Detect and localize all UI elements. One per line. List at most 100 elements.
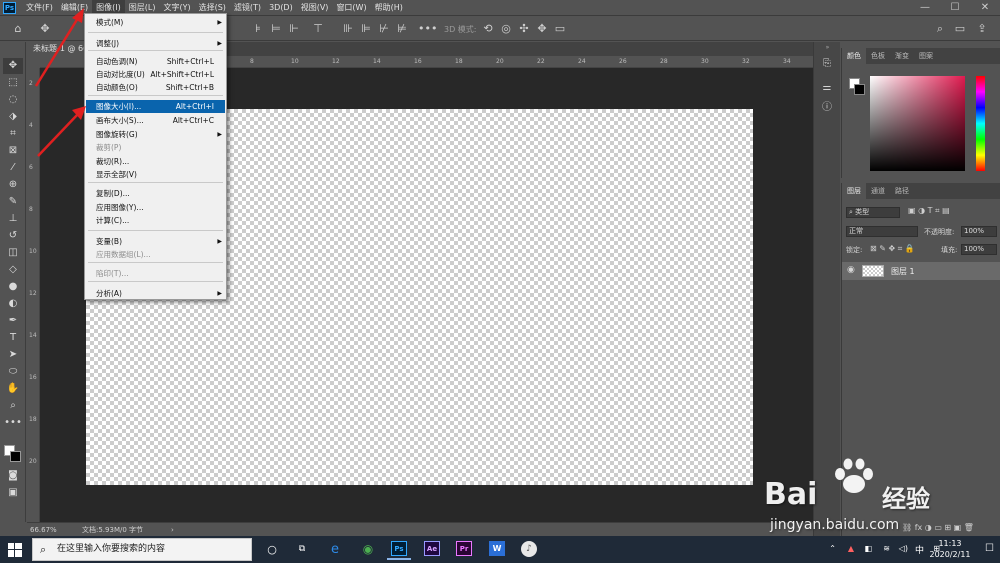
image-menu-item[interactable]: 图像旋转(G) ▶ xyxy=(86,128,225,141)
lock-icons[interactable]: ⊠ ✎ ✥ ⌗ 🔒 xyxy=(870,244,915,254)
image-menu-item[interactable]: 复制(D)... xyxy=(86,187,225,200)
image-menu-item[interactable]: 调整(J) ▶ xyxy=(86,37,225,50)
distribute-h-icon[interactable]: ⊬ xyxy=(376,21,392,37)
fill-field[interactable]: 100% xyxy=(961,244,997,255)
info-panel-icon[interactable]: ⓘ xyxy=(818,100,836,116)
eye-icon[interactable]: ◉ xyxy=(847,265,855,275)
image-menu-item[interactable]: 自动颜色(O) Shift+Ctrl+B xyxy=(86,81,225,94)
adjust-panel-icon[interactable]: ⚌ xyxy=(818,80,836,96)
move-tool-icon[interactable]: ✥ xyxy=(37,21,53,37)
tab-swatches[interactable]: 色板 xyxy=(866,48,890,64)
brush-tool-icon[interactable]: ✎ xyxy=(3,194,23,210)
collapse-icon[interactable]: » xyxy=(816,45,839,51)
clone-stamp-tool-icon[interactable]: ⊥ xyxy=(3,211,23,227)
layer-row[interactable]: ◉ 图层 1 xyxy=(842,262,1000,280)
history-panel-icon[interactable]: ⎘ xyxy=(818,56,836,72)
windows-start-icon[interactable] xyxy=(8,543,22,557)
image-menu-item[interactable]: 自动色调(N) Shift+Ctrl+L xyxy=(86,55,225,68)
menu-window[interactable]: 窗口(W) xyxy=(332,0,370,15)
volume-icon[interactable]: ◁) xyxy=(899,544,908,553)
3d-orbit-icon[interactable]: ⟲ xyxy=(480,21,496,37)
after-effects-taskbar-app[interactable]: Ae xyxy=(420,539,444,560)
tab-layers[interactable]: 图层 xyxy=(842,183,866,199)
blur-tool-icon[interactable]: ● xyxy=(3,279,23,295)
tab-color[interactable]: 颜色 xyxy=(842,48,866,64)
image-menu-item[interactable]: 模式(M) ▶ xyxy=(86,16,225,29)
menu-help[interactable]: 帮助(H) xyxy=(371,0,407,15)
tray-app-icon[interactable]: ▲ xyxy=(848,544,854,553)
image-menu-item[interactable]: 图像大小(I)... Alt+Ctrl+I xyxy=(86,100,225,113)
align-right-icon[interactable]: ⊩ xyxy=(286,21,302,37)
crop-tool-icon[interactable]: ⌗ xyxy=(3,126,23,142)
close-button[interactable]: ✕ xyxy=(970,0,1000,15)
image-menu-item[interactable]: 自动对比度(U) Alt+Shift+Ctrl+L xyxy=(86,68,225,81)
image-menu-item[interactable]: 画布大小(S)... Alt+Ctrl+C xyxy=(86,114,225,127)
menu-3d[interactable]: 3D(D) xyxy=(265,0,297,15)
layer-filter-icons[interactable]: ▣ ◑ T ⌗ ▤ xyxy=(908,206,950,216)
task-manager-icon[interactable]: ⧉ xyxy=(290,539,314,560)
menu-file[interactable]: 文件(F) xyxy=(22,0,57,15)
search-icon[interactable]: ⌕ xyxy=(932,21,948,37)
hue-slider[interactable] xyxy=(976,76,985,171)
quick-select-tool-icon[interactable]: ⬗ xyxy=(3,109,23,125)
background-color-swatch[interactable] xyxy=(10,451,21,462)
zoom-tool-icon[interactable]: ⌕ xyxy=(3,398,23,414)
more-tools-icon[interactable]: ••• xyxy=(3,415,23,431)
task-view-icon[interactable]: ○ xyxy=(260,539,284,560)
screen-mode-icon[interactable]: ▣ xyxy=(3,485,23,501)
taskbar-search-input[interactable]: ⌕ 在这里输入你要搜索的内容 xyxy=(32,538,252,561)
history-brush-tool-icon[interactable]: ↺ xyxy=(3,228,23,244)
align-center-icon[interactable]: ⊨ xyxy=(268,21,284,37)
path-select-tool-icon[interactable]: ➤ xyxy=(3,347,23,363)
clock-date[interactable]: 2020/2/11 xyxy=(922,550,978,559)
image-menu-item[interactable]: 应用图像(Y)... xyxy=(86,201,225,214)
wifi-icon[interactable]: ≋ xyxy=(883,544,890,553)
tray-expand-icon[interactable]: ⌃ xyxy=(829,544,836,553)
lasso-tool-icon[interactable]: ◌ xyxy=(3,92,23,108)
3d-roll-icon[interactable]: ◎ xyxy=(498,21,514,37)
dodge-tool-icon[interactable]: ◐ xyxy=(3,296,23,312)
workspace-icon[interactable]: ▭ xyxy=(952,21,968,37)
shape-tool-icon[interactable]: ⬭ xyxy=(3,364,23,380)
premiere-taskbar-app[interactable]: Pr xyxy=(452,539,476,560)
status-arrow-icon[interactable]: › xyxy=(171,523,174,537)
hand-tool-icon[interactable]: ✋ xyxy=(3,381,23,397)
align-top-icon[interactable]: ⊤ xyxy=(310,21,326,37)
color-panel-background-swatch[interactable] xyxy=(854,84,865,95)
home-icon[interactable]: ⌂ xyxy=(10,21,26,37)
eraser-tool-icon[interactable]: ◫ xyxy=(3,245,23,261)
distribute-spacing-icon[interactable]: ⊭ xyxy=(394,21,410,37)
layer-name[interactable]: 图层 1 xyxy=(891,266,915,277)
notification-icon[interactable]: ☐ xyxy=(985,543,994,554)
minimize-button[interactable]: — xyxy=(910,0,940,15)
wps-taskbar-app[interactable]: W xyxy=(485,539,509,560)
frame-tool-icon[interactable]: ⊠ xyxy=(3,143,23,159)
tray-app2-icon[interactable]: ◧ xyxy=(864,544,872,553)
image-menu-item[interactable]: 裁切(R)... xyxy=(86,155,225,168)
move-tool-icon[interactable]: ✥ xyxy=(3,58,23,74)
pen-tool-icon[interactable]: ✒ xyxy=(3,313,23,329)
more-options-icon[interactable]: ••• xyxy=(418,21,437,37)
marquee-tool-icon[interactable]: ⬚ xyxy=(3,75,23,91)
menu-filter[interactable]: 滤镜(T) xyxy=(230,0,265,15)
3d-pan-icon[interactable]: ✣ xyxy=(516,21,532,37)
edge-browser-icon[interactable]: e xyxy=(323,539,347,560)
3d-slide-icon[interactable]: ✥ xyxy=(534,21,550,37)
tab-gradients[interactable]: 渐变 xyxy=(890,48,914,64)
distribute-v-icon[interactable]: ⊫ xyxy=(358,21,374,37)
share-icon[interactable]: ⇪ xyxy=(974,21,990,37)
tab-channels[interactable]: 通道 xyxy=(866,183,890,199)
eyedropper-tool-icon[interactable]: ⁄ xyxy=(3,160,23,176)
align-left-icon[interactable]: ⊧ xyxy=(250,21,266,37)
tab-paths[interactable]: 路径 xyxy=(890,183,914,199)
clock-time[interactable]: 11:13 xyxy=(930,539,970,548)
image-menu-item[interactable]: 分析(A) ▶ xyxy=(86,287,225,300)
photoshop-taskbar-app[interactable]: Ps xyxy=(387,539,411,560)
paint-bucket-tool-icon[interactable]: ◇ xyxy=(3,262,23,278)
maximize-button[interactable]: ☐ xyxy=(940,0,970,15)
distribute-icon[interactable]: ⊪ xyxy=(340,21,356,37)
zoom-level[interactable]: 66.67% xyxy=(30,523,57,537)
image-menu-item[interactable]: 变量(B) ▶ xyxy=(86,235,225,248)
blend-mode-select[interactable]: 正常 xyxy=(846,226,918,237)
browser-360-icon[interactable]: ◉ xyxy=(356,539,380,560)
